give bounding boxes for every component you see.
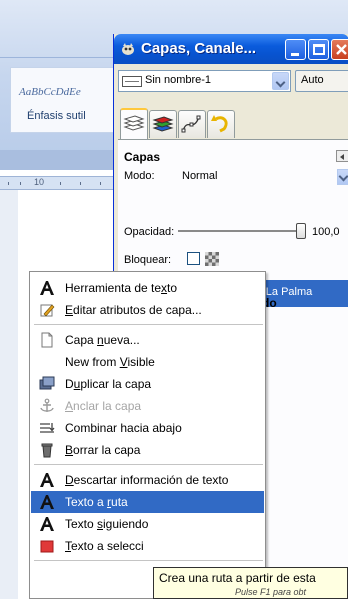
anchor-icon (39, 398, 55, 414)
panel-heading: Capas (124, 150, 161, 164)
menu-item-anchor-layer[interactable]: Anclar la capa (31, 395, 264, 417)
dock-title: Capas, Canale... (141, 40, 257, 57)
opacity-label: Opacidad: (124, 226, 175, 238)
lock-alpha-icon[interactable] (205, 252, 219, 266)
edit-attributes-icon (39, 302, 55, 318)
auto-button[interactable]: Auto (295, 70, 348, 92)
tooltip-hint: Pulse F1 para obt (235, 587, 307, 597)
menu-item-discard-text-info[interactable]: Descartar información de texto (31, 469, 264, 491)
delete-layer-icon (39, 442, 55, 458)
menu-item-edit-layer-attributes[interactable]: Editar atributos de capa... (31, 299, 264, 321)
maximize-button[interactable] (308, 39, 329, 60)
undo-history-icon (211, 115, 228, 133)
menu-item-label: Anclar la capa (65, 399, 142, 413)
menu-item-label: Borrar la capa (65, 443, 141, 457)
menu-item-label: Texto siguiendo (65, 517, 149, 531)
menu-item-merge-down[interactable]: Combinar hacia abajo (31, 417, 264, 439)
menu-separator (34, 560, 263, 561)
tab-paths[interactable] (178, 110, 206, 138)
mode-select[interactable]: Normal (182, 170, 217, 182)
opacity-slider[interactable] (178, 230, 302, 232)
menu-separator (34, 324, 263, 325)
horizontal-ruler[interactable]: 10 (0, 176, 120, 190)
menu-item-label: Capa nueva... (65, 333, 140, 347)
ruler-number: 10 (34, 177, 45, 187)
menu-item-new-layer[interactable]: Capa nueva... (31, 329, 264, 351)
merge-down-icon (39, 420, 55, 436)
tab-layers[interactable] (120, 108, 148, 140)
menu-item-label: Editar atributos de capa... (65, 303, 202, 317)
maximize-icon (313, 44, 325, 55)
panel-menu-button[interactable] (336, 150, 348, 162)
opacity-slider-handle[interactable] (296, 223, 306, 239)
tab-undo-history[interactable] (207, 110, 235, 138)
tooltip-text: Crea una ruta a partir de esta (159, 571, 316, 585)
text-tool-icon (39, 280, 55, 296)
dock-title-bar[interactable]: Capas, Canale... (114, 34, 348, 64)
ruler-tick (20, 182, 21, 185)
close-button[interactable] (331, 39, 348, 60)
tab-channels[interactable] (149, 110, 177, 138)
style-sample-text: AaBbCcDdEe (19, 86, 81, 98)
dock-tab-strip (118, 108, 348, 140)
channels-icon (152, 116, 174, 132)
ruler-tick (8, 182, 9, 185)
text-tool-icon (39, 494, 55, 510)
text-tool-icon (39, 472, 55, 488)
mode-label: Modo: (124, 170, 155, 182)
menu-item-text-along-path[interactable]: Texto siguiendo (31, 513, 264, 535)
image-name: Sin nombre-1 (145, 74, 212, 86)
menu-item-new-from-visible[interactable]: New from Visible (31, 351, 264, 373)
menu-separator (34, 464, 263, 465)
image-thumbnail-icon (122, 76, 142, 87)
menu-item-label: Herramienta de texto (65, 281, 178, 295)
ruler-tick (60, 182, 61, 185)
chevron-down-icon[interactable] (337, 169, 348, 185)
menu-item-label: Combinar hacia abajo (65, 421, 182, 435)
duplicate-layer-icon (39, 376, 55, 392)
menu-item-label: Descartar información de texto (65, 473, 229, 487)
text-tool-icon (39, 516, 55, 532)
menu-item-text-to-selection[interactable]: Texto a selecci (31, 535, 264, 557)
minimize-button[interactable] (285, 39, 306, 60)
paths-icon (181, 115, 201, 133)
menu-item-label: Duplicar la capa (65, 377, 152, 391)
menu-item-text-to-path[interactable]: Texto a ruta (31, 491, 264, 513)
menu-item-label: New from Visible (65, 355, 155, 369)
ruler-tick (100, 182, 101, 185)
chevron-down-icon[interactable] (272, 72, 289, 90)
image-selector-combo[interactable]: Sin nombre-1 (118, 70, 291, 92)
text-to-selection-icon (39, 538, 55, 554)
style-name-label: Énfasis sutil (27, 110, 86, 122)
ruler-tick (80, 182, 81, 185)
tooltip: Crea una ruta a partir de esta Pulse F1 … (153, 567, 348, 599)
lock-label: Bloquear: (124, 254, 172, 266)
menu-item-label: Texto a ruta (65, 495, 128, 509)
close-icon (336, 44, 347, 55)
minimize-icon (291, 53, 299, 56)
menu-item-label: Texto a selecci (65, 539, 144, 553)
gimp-app-icon (122, 43, 134, 55)
style-gallery-item[interactable]: AaBbCcDdEe Énfasis sutil (10, 67, 122, 133)
menu-item-duplicate-layer[interactable]: Duplicar la capa (31, 373, 264, 395)
image-selector-row: Sin nombre-1 Auto (118, 70, 348, 92)
document-margin-strip (0, 190, 18, 599)
menu-item-delete-layer[interactable]: Borrar la capa (31, 439, 264, 461)
layer-context-menu: Herramienta de texto Editar atributos de… (29, 271, 266, 599)
new-layer-icon (39, 332, 55, 348)
lock-checkbox[interactable] (187, 252, 200, 265)
opacity-value[interactable]: 100,0 (312, 226, 340, 238)
layers-icon (123, 115, 145, 131)
menu-item-text-tool[interactable]: Herramienta de texto (31, 277, 264, 299)
